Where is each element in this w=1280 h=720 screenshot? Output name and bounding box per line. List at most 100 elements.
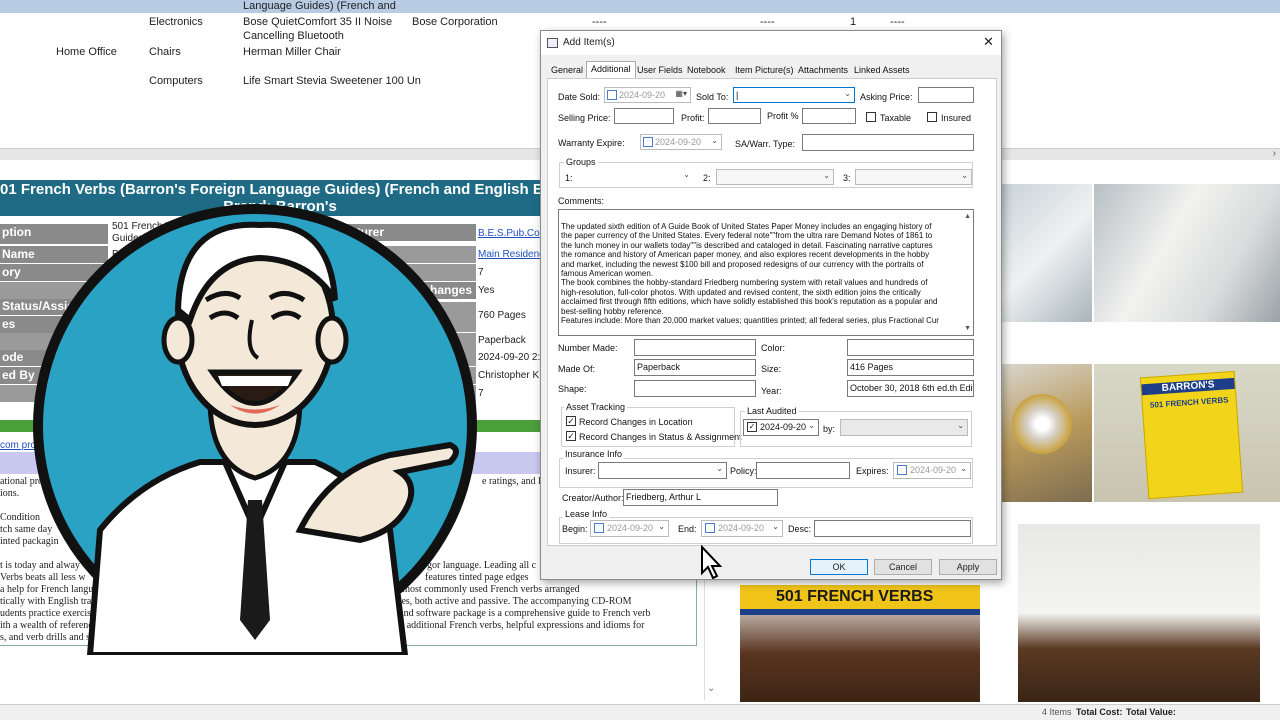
sa-warr-input[interactable]: [802, 134, 974, 151]
chevron-down-icon[interactable]: ⌄: [716, 464, 723, 473]
tab-additional[interactable]: Additional: [586, 61, 636, 79]
chevron-down-icon[interactable]: ⌄: [658, 522, 665, 531]
chevron-down-icon[interactable]: ⌄: [960, 464, 967, 473]
cancel-button[interactable]: Cancel: [874, 559, 932, 575]
grid-subcategory[interactable]: Computers: [149, 75, 203, 88]
chevron-down-icon[interactable]: ⌄: [808, 421, 815, 430]
report-value: 760 Pages: [478, 310, 526, 321]
insurer-select[interactable]: ⌄: [598, 462, 727, 479]
chevron-down-icon[interactable]: ⌄: [844, 89, 851, 98]
size-input[interactable]: 416 Pages: [847, 359, 974, 376]
selling-price-input[interactable]: [614, 108, 674, 124]
asking-price-input[interactable]: [918, 87, 974, 103]
group-1-select[interactable]: ⌄: [577, 169, 693, 185]
chevron-down-icon[interactable]: ⌄: [823, 171, 830, 180]
grid-selected-row[interactable]: Language Guides) (French and: [0, 0, 1280, 13]
tab-user-fields[interactable]: User Fields: [633, 63, 687, 78]
lease-end-checkbox[interactable]: [705, 523, 715, 533]
lease-begin-checkbox[interactable]: [594, 523, 604, 533]
location-link[interactable]: Main Residenc: [478, 249, 544, 260]
chevron-down-icon[interactable]: ⌄: [711, 136, 718, 145]
last-audited-checkbox[interactable]: ✓: [747, 422, 757, 432]
date-sold-picker[interactable]: 2024-09-20 ▦▾: [604, 87, 691, 103]
scroll-down-icon[interactable]: ▼: [964, 324, 971, 333]
creator-input[interactable]: Friedberg, Arthur L: [623, 489, 778, 506]
sold-to-combo[interactable]: | ⌄: [733, 87, 855, 103]
last-audited-picker[interactable]: ✓ 2024-09-20 ⌄: [743, 419, 819, 436]
grid-subcategory[interactable]: Chairs: [149, 46, 181, 59]
scroll-down-icon[interactable]: ⌄: [707, 683, 715, 694]
comment-line: famous American women.: [561, 269, 654, 279]
apply-button[interactable]: Apply: [939, 559, 997, 575]
calendar-icon[interactable]: ▦▾: [675, 89, 687, 98]
item-photo[interactable]: 501 FRENCH VERBS: [740, 580, 980, 702]
date-sold-checkbox[interactable]: [607, 90, 617, 100]
warranty-date-picker[interactable]: 2024-09-20 ⌄: [640, 134, 722, 150]
chevron-down-icon[interactable]: ⌄: [961, 171, 968, 180]
group-2-select[interactable]: ⌄: [716, 169, 834, 185]
chevron-down-icon[interactable]: ⌄: [683, 170, 690, 179]
comment-line: the paper currency of the United States.…: [561, 231, 933, 241]
manufacturer-link[interactable]: B.E.S.Pub.Co: [478, 228, 540, 239]
comments-textarea[interactable]: The updated sixth edition of A Guide Boo…: [558, 209, 974, 336]
selling-price-label: Selling Price:: [558, 113, 611, 123]
lease-begin-picker[interactable]: 2024-09-20 ⌄: [590, 520, 669, 537]
lease-end-picker[interactable]: 2024-09-20 ⌄: [701, 520, 783, 537]
chevron-down-icon[interactable]: ⌄: [772, 522, 779, 531]
item-photo[interactable]: [1018, 524, 1260, 702]
expires-checkbox[interactable]: [897, 465, 907, 475]
number-made-input[interactable]: [634, 339, 756, 356]
tab-attachments[interactable]: Attachments: [794, 63, 852, 78]
audited-by-select[interactable]: ⌄: [840, 419, 968, 436]
lease-end-value: 2024-09-20: [718, 523, 765, 533]
dialog-titlebar[interactable]: Add Item(s) ✕: [541, 31, 1001, 55]
color-input[interactable]: [847, 339, 974, 356]
dialog-title: Add Item(s): [563, 37, 615, 48]
lease-desc-input[interactable]: [814, 520, 971, 537]
comment-line: the lunch money in our wallets today""is…: [561, 240, 933, 250]
item-photo[interactable]: [1002, 184, 1092, 322]
record-status-checkbox[interactable]: ✓: [566, 431, 576, 441]
grid-item-name[interactable]: Herman Miller Chair: [243, 46, 341, 59]
tab-item-pictures[interactable]: Item Picture(s): [731, 63, 798, 78]
date-sold-label: Date Sold:: [558, 92, 601, 102]
tab-general[interactable]: General: [547, 63, 587, 78]
scroll-right-icon[interactable]: ›: [1273, 148, 1276, 159]
year-input[interactable]: October 30, 2018 6th ed.th Editi: [847, 380, 974, 397]
item-photo[interactable]: [1094, 184, 1280, 322]
warranty-checkbox[interactable]: [643, 137, 653, 147]
insurer-label: Insurer:: [565, 466, 596, 476]
cd-disc-icon: [1012, 394, 1072, 454]
sa-warr-label: SA/Warr. Type:: [735, 139, 796, 149]
last-audited-label: Last Audited: [745, 406, 799, 416]
grid-category[interactable]: Home Office: [56, 46, 117, 59]
expires-date-picker[interactable]: 2024-09-20 ⌄: [893, 462, 971, 479]
scroll-up-icon[interactable]: ▲: [964, 212, 971, 221]
profit-pct-input[interactable]: [802, 108, 856, 124]
grid-item-name-2[interactable]: Cancelling Bluetooth: [243, 30, 344, 43]
book-title: 501 FRENCH VERBS: [1149, 395, 1229, 410]
item-photo[interactable]: [1002, 364, 1092, 502]
grid-item-name[interactable]: Life Smart Stevia Sweetener 100 Un: [243, 75, 421, 88]
group-3-select[interactable]: ⌄: [855, 169, 972, 185]
taxable-checkbox[interactable]: [866, 112, 876, 122]
tab-notebook[interactable]: Notebook: [683, 63, 730, 78]
profit-input[interactable]: [708, 108, 761, 124]
made-of-input[interactable]: Paperback: [634, 359, 756, 376]
chevron-down-icon[interactable]: ⌄: [957, 421, 964, 430]
expires-date-value: 2024-09-20: [910, 465, 957, 475]
warranty-date-value: 2024-09-20: [655, 137, 702, 147]
shape-input[interactable]: [634, 380, 756, 397]
grid-item-name[interactable]: Bose QuietComfort 35 II Noise: [243, 16, 392, 29]
grid-manufacturer[interactable]: Bose Corporation: [412, 16, 498, 29]
ok-button[interactable]: OK: [810, 559, 868, 575]
tab-linked-assets[interactable]: Linked Assets: [850, 63, 914, 78]
policy-input[interactable]: [756, 462, 850, 479]
insured-checkbox[interactable]: [927, 112, 937, 122]
item-photo[interactable]: BARRON'S 501 FRENCH VERBS: [1094, 364, 1280, 502]
close-icon[interactable]: ✕: [983, 34, 994, 50]
grid-subcategory[interactable]: Electronics: [149, 16, 203, 29]
record-location-checkbox[interactable]: ✓: [566, 416, 576, 426]
grid-cell: ----: [592, 16, 607, 28]
group-3-label: 3:: [843, 173, 851, 183]
